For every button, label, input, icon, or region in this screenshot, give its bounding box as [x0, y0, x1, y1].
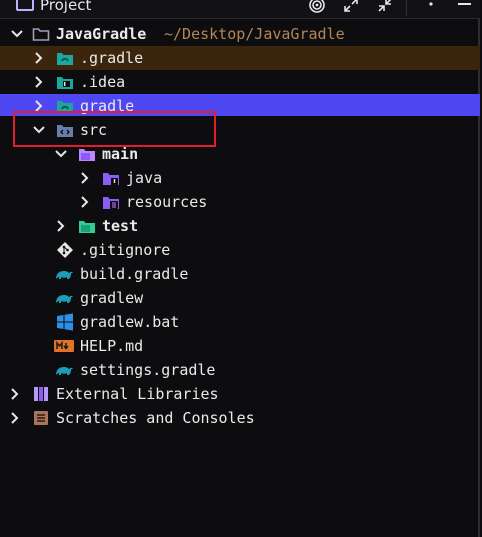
tree-row-build-gradle[interactable]: build.gradle: [0, 262, 480, 286]
tree-row-dot-idea[interactable]: .idea: [0, 70, 480, 94]
tree-row-scratches[interactable]: Scratches and Consoles: [0, 406, 480, 430]
folder-icon: [78, 145, 96, 163]
chevron-right-icon[interactable]: [8, 406, 22, 430]
chevron-down-icon[interactable]: [10, 22, 24, 46]
library-icon: [32, 385, 50, 403]
tree-row-dot-gradle[interactable]: .gradle: [0, 46, 480, 70]
test-folder-icon: [78, 217, 96, 235]
toolbar-divider: [406, 0, 407, 16]
project-window-icon: [16, 0, 34, 11]
collapse-all-icon[interactable]: [376, 0, 394, 14]
resources-folder-icon: [102, 193, 120, 211]
chevron-right-icon[interactable]: [32, 46, 46, 70]
tree-label: gradlew: [80, 289, 144, 307]
tree-row-test[interactable]: test: [0, 214, 480, 238]
chevron-right-icon[interactable]: [78, 190, 92, 214]
chevron-right-icon[interactable]: [32, 70, 46, 94]
more-options-icon[interactable]: [422, 0, 440, 14]
windows-icon: [56, 313, 74, 331]
tree-row-external-libraries[interactable]: External Libraries: [0, 382, 480, 406]
tree-row-settings-gradle[interactable]: settings.gradle: [0, 358, 480, 382]
gradle-icon: [54, 265, 73, 283]
git-icon: [56, 241, 74, 259]
tree-row-resources[interactable]: resources: [0, 190, 480, 214]
root-folder-path: ~/Desktop/JavaGradle: [164, 25, 345, 43]
tree-label: build.gradle: [80, 265, 189, 283]
tree-label: java: [126, 169, 163, 187]
folder-icon: [32, 25, 50, 43]
root-folder-label: JavaGradle: [56, 25, 147, 43]
chevron-right-icon[interactable]: [78, 166, 92, 190]
project-panel: Project JavaGradle ~/Desktop/JavaGradle: [0, 0, 480, 537]
gradle-icon: [54, 361, 73, 379]
markdown-icon: [54, 337, 74, 355]
tree-label: settings.gradle: [80, 361, 216, 379]
tree-label: gradlew.bat: [80, 313, 180, 331]
tree-label: Scratches and Consoles: [56, 409, 255, 427]
tree-label: .gradle: [80, 49, 144, 67]
tree-row-gradlew[interactable]: gradlew: [0, 286, 480, 310]
java-folder-icon: [102, 169, 120, 187]
minimize-icon[interactable]: [456, 0, 474, 14]
tree-row-gradlew-bat[interactable]: gradlew.bat: [0, 310, 480, 334]
tree-label: External Libraries: [56, 385, 219, 403]
tree-label: test: [102, 217, 139, 235]
tree-label: .idea: [80, 73, 126, 91]
folder-icon: [56, 73, 74, 91]
tree-row-java[interactable]: java: [0, 166, 480, 190]
panel-header: Project: [0, 0, 480, 19]
tree-label: resources: [126, 193, 208, 211]
tree-row-gitignore[interactable]: .gitignore: [0, 238, 480, 262]
tree-row-help-md[interactable]: HELP.md: [0, 334, 480, 358]
chevron-right-icon[interactable]: [8, 382, 22, 406]
tree-label: HELP.md: [80, 337, 144, 355]
annotation-highlight-box: [13, 111, 216, 147]
folder-icon: [56, 49, 74, 67]
tree-label: .gitignore: [80, 241, 171, 259]
locate-target-icon[interactable]: [308, 0, 326, 14]
chevron-right-icon[interactable]: [54, 214, 68, 238]
scratches-icon: [32, 409, 50, 427]
expand-all-icon[interactable]: [342, 0, 360, 14]
gradle-icon: [54, 289, 73, 307]
panel-title[interactable]: Project: [40, 0, 91, 14]
tree-row-root[interactable]: JavaGradle ~/Desktop/JavaGradle: [0, 22, 480, 46]
